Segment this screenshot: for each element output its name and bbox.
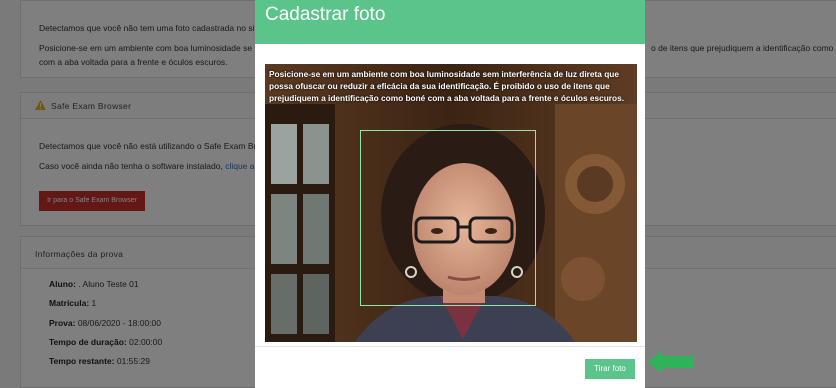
camera-instructions: Posicione-se em um ambiente com boa lumi… <box>269 69 625 103</box>
camera-preview: Posicione-se em um ambiente com boa lumi… <box>265 64 637 342</box>
modal-title: Cadastrar foto <box>265 4 386 25</box>
arrow-left-icon <box>648 350 694 374</box>
modal-footer: Tirar foto <box>255 346 645 388</box>
take-photo-button[interactable]: Tirar foto <box>585 359 635 379</box>
register-photo-modal: Cadastrar foto Posicione-se em um ambien… <box>255 0 645 388</box>
face-detection-box <box>360 130 536 306</box>
modal-header: Cadastrar foto <box>255 0 645 44</box>
